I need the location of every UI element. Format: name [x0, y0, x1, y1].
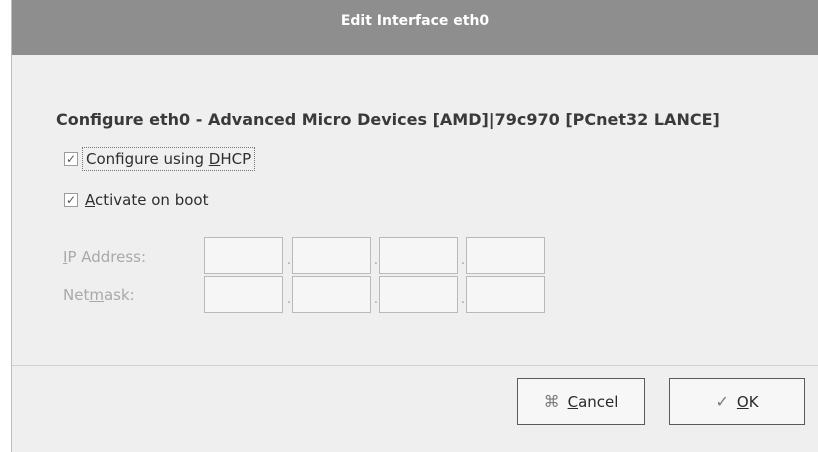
netmask-octet-2[interactable] — [292, 276, 371, 313]
ok-label-mnemonic: O — [736, 392, 749, 411]
ip-octet-1[interactable] — [204, 237, 283, 274]
cancel-label: Cancel — [568, 393, 619, 411]
ip-address-label: IP Address: — [63, 248, 146, 266]
cancel-icon: ⌘ — [543, 392, 560, 411]
ip-label-rest: P Address: — [67, 248, 147, 266]
netmask-octet-4[interactable] — [466, 276, 545, 313]
button-separator — [12, 365, 818, 366]
ip-octet-2[interactable] — [292, 237, 371, 274]
interface-heading: Configure eth0 - Advanced Micro Devices … — [56, 110, 720, 129]
netmask-label-rest: ask: — [103, 286, 135, 304]
cancel-label-rest: ancel — [578, 392, 619, 411]
dhcp-label-mnemonic: D — [208, 150, 221, 168]
ok-button[interactable]: ✓ OK — [669, 378, 805, 425]
dhcp-label-text: Configure using — [86, 150, 209, 168]
netmask-label: Netmask: — [63, 286, 135, 304]
dhcp-checkbox[interactable]: ✓ — [64, 152, 78, 166]
activate-on-boot-option[interactable]: ✓ Activate on boot — [64, 187, 208, 213]
ok-label-rest: K — [748, 392, 759, 411]
ip-octet-4[interactable] — [466, 237, 545, 274]
cancel-button[interactable]: ⌘ Cancel — [517, 378, 645, 425]
boot-checkbox[interactable]: ✓ — [64, 193, 78, 207]
boot-label[interactable]: Activate on boot — [85, 191, 208, 209]
cancel-label-mnemonic: C — [567, 392, 579, 411]
edit-interface-dialog: Edit Interface eth0 Configure eth0 - Adv… — [11, 0, 818, 452]
dhcp-label[interactable]: Configure using DHCP — [82, 147, 256, 171]
netmask-label-mnemonic: m — [89, 286, 104, 304]
netmask-label-text: Net — [63, 286, 90, 304]
configure-dhcp-option[interactable]: ✓ Configure using DHCP — [64, 146, 256, 172]
dhcp-label-rest: HCP — [220, 150, 252, 168]
netmask-octet-1[interactable] — [204, 276, 283, 313]
ip-octet-3[interactable] — [379, 237, 458, 274]
ok-label: OK — [737, 393, 759, 411]
check-icon: ✓ — [715, 392, 729, 411]
dialog-title: Edit Interface eth0 — [12, 0, 818, 55]
boot-label-rest: ctivate on boot — [95, 191, 209, 209]
netmask-octet-3[interactable] — [379, 276, 458, 313]
boot-label-mnemonic: A — [85, 191, 95, 209]
